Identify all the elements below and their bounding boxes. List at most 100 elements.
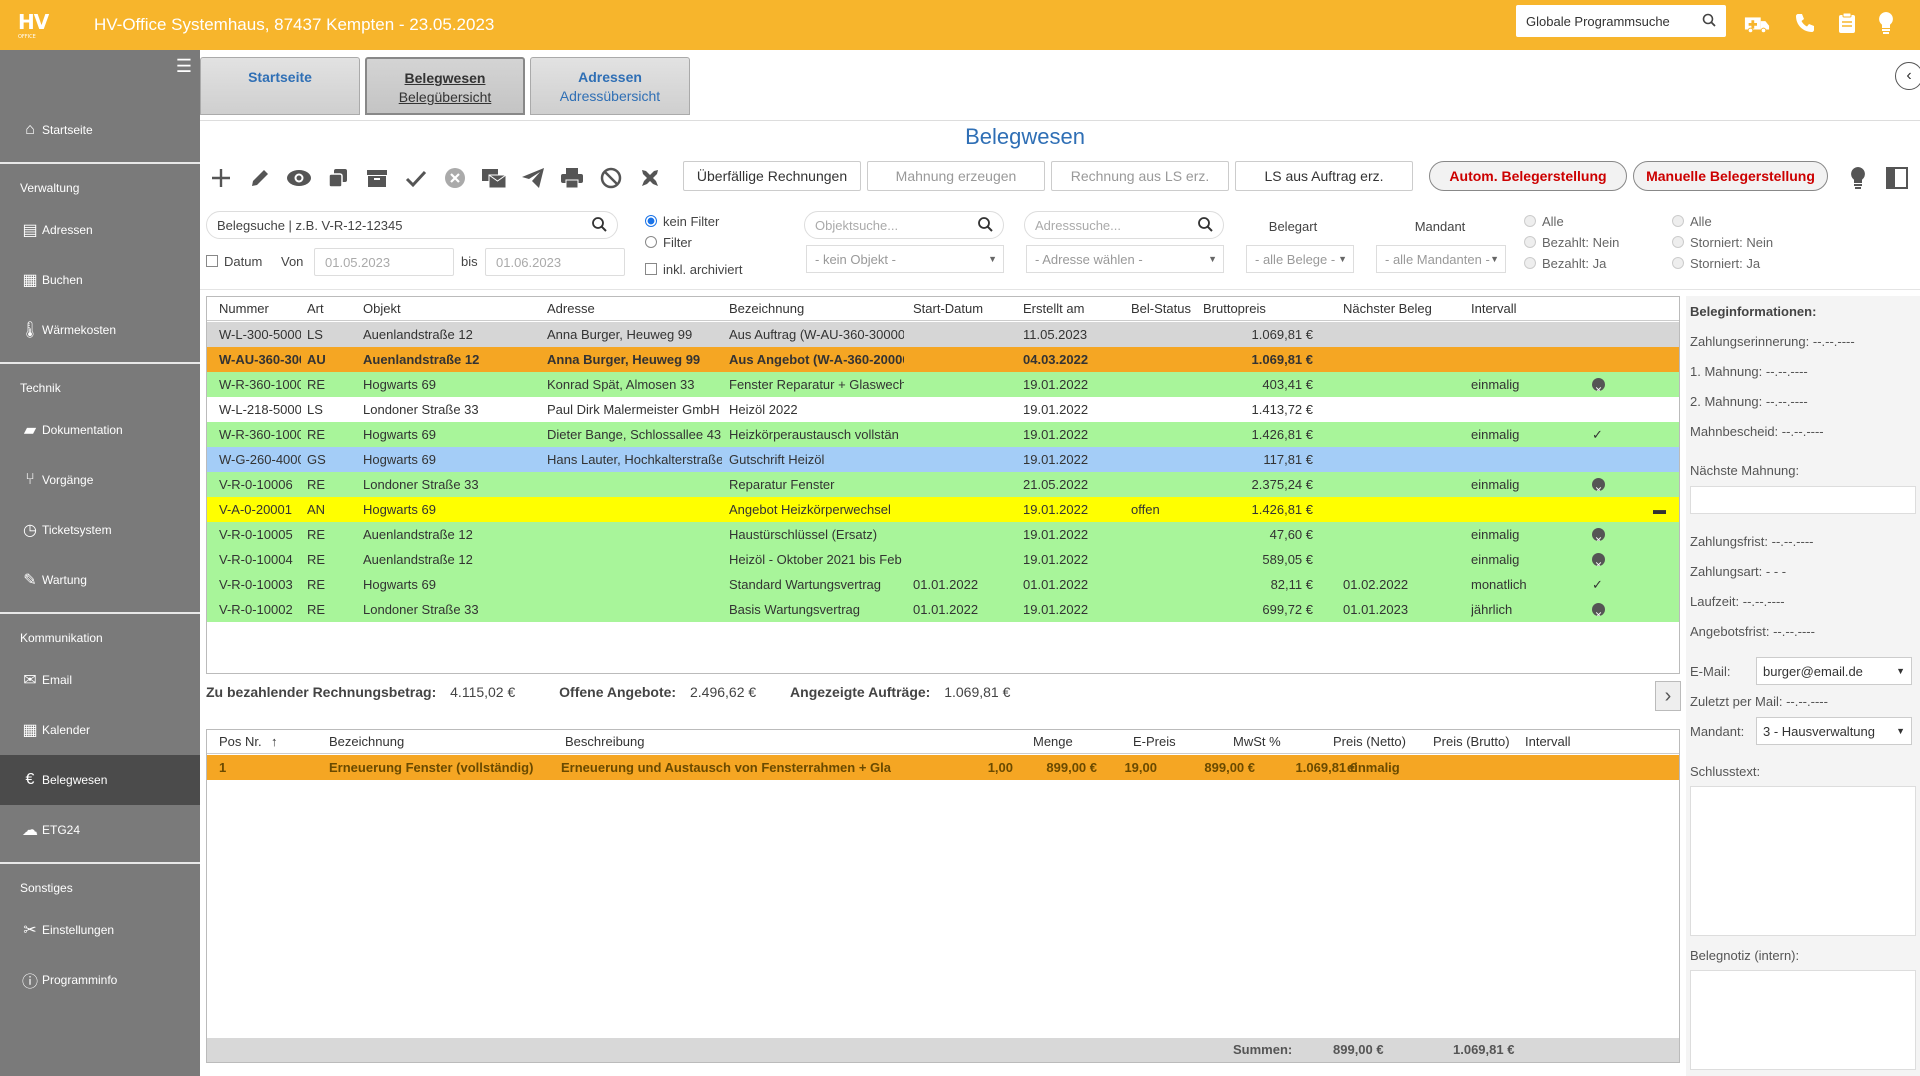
- column-header[interactable]: Preis (Netto): [1333, 730, 1419, 754]
- column-header[interactable]: Pos Nr.: [219, 730, 299, 754]
- column-header[interactable]: Bel-Status: [1131, 297, 1191, 321]
- internal-note-area[interactable]: [1690, 970, 1916, 1070]
- column-header[interactable]: Erstellt am: [1023, 297, 1113, 321]
- checkmark-icon[interactable]: [402, 164, 430, 192]
- column-header[interactable]: Art: [307, 297, 347, 321]
- storno-no-radio[interactable]: Storniert: Nein: [1672, 235, 1773, 250]
- edit-pencil-icon[interactable]: [246, 164, 274, 192]
- von-date-input[interactable]: 01.05.2023: [314, 248, 454, 276]
- column-header[interactable]: Start-Datum: [913, 297, 1013, 321]
- include-archived-checkbox[interactable]: inkl. archiviert: [645, 262, 742, 277]
- cancelled-icon[interactable]: ✕: [1592, 603, 1605, 616]
- check-icon[interactable]: ✓: [1592, 422, 1603, 447]
- chevron-right-icon[interactable]: ›: [1655, 681, 1681, 711]
- add-icon[interactable]: [207, 164, 235, 192]
- table-row[interactable]: V-R-0-10003 RE Hogwarts 69 Standard Wartung…: [207, 572, 1679, 597]
- table-row[interactable]: V-A-0-20001 AN Hogwarts 69 Angebot Heizkörp…: [207, 497, 1679, 522]
- search-icon[interactable]: [591, 216, 607, 235]
- email-select[interactable]: burger@email.de ▼: [1756, 657, 1912, 685]
- create-reminder-button[interactable]: Mahnung erzeugen: [867, 161, 1045, 191]
- sidebar-item-adressen[interactable]: ▤ Adressen: [0, 205, 200, 255]
- copy-icon[interactable]: [324, 164, 352, 192]
- phone-icon[interactable]: [1792, 10, 1818, 36]
- column-header[interactable]: Intervall: [1471, 297, 1571, 321]
- sidebar-item-email[interactable]: ✉ Email: [0, 655, 200, 705]
- view-eye-icon[interactable]: [285, 164, 313, 192]
- sidebar-item-wärmekosten[interactable]: 🌡 Wärmekosten: [0, 305, 200, 355]
- column-header[interactable]: Adresse: [547, 297, 722, 321]
- paid-no-radio[interactable]: Bezahlt: Nein: [1524, 235, 1619, 250]
- tab-startseite[interactable]: Startseite: [200, 57, 360, 115]
- cancelled-icon[interactable]: ✕: [1592, 378, 1605, 391]
- tab-belegwesen[interactable]: Belegwesen Belegübersicht: [365, 57, 525, 115]
- paid-all-radio[interactable]: Alle: [1524, 214, 1564, 229]
- storno-yes-radio[interactable]: Storniert: Ja: [1672, 256, 1760, 271]
- mandant-select[interactable]: - alle Mandanten - ▼: [1376, 245, 1506, 273]
- archive-icon[interactable]: ▬: [1653, 497, 1666, 522]
- sidebar-item-einstellungen[interactable]: ✂ Einstellungen: [0, 905, 200, 955]
- delivery-from-order-button[interactable]: LS aus Auftrag erz.: [1235, 161, 1413, 191]
- belegsuche-input[interactable]: Belegsuche | z.B. V-R-12-12345: [206, 211, 618, 239]
- no-filter-radio[interactable]: kein Filter: [645, 214, 719, 229]
- clipboard-icon[interactable]: [1834, 10, 1860, 36]
- table-row[interactable]: W-L-300-5000 LS Auenlandstraße 12 Anna Burg…: [207, 322, 1679, 347]
- search-icon[interactable]: [1197, 216, 1213, 235]
- column-header[interactable]: Beschreibung: [565, 730, 955, 754]
- tools-icon[interactable]: [636, 164, 664, 192]
- tab-adressen[interactable]: Adressen Adressübersicht: [530, 57, 690, 115]
- table-row[interactable]: V-R-0-10005 RE Auenlandstraße 12 Haustürsch…: [207, 522, 1679, 547]
- cancel-circle-icon[interactable]: [441, 164, 469, 192]
- lightbulb-icon[interactable]: [1844, 164, 1872, 192]
- archive-icon[interactable]: [363, 164, 391, 192]
- search-icon[interactable]: [977, 216, 993, 235]
- sidebar-item-startseite[interactable]: ⌂ Startseite: [0, 105, 200, 155]
- filter-radio[interactable]: Filter: [645, 235, 692, 250]
- table-row[interactable]: V-R-0-10002 RE Londoner Straße 33 Basis War…: [207, 597, 1679, 622]
- check-icon[interactable]: ✓: [1592, 572, 1603, 597]
- adresse-search-input[interactable]: Adresssuche...: [1024, 211, 1224, 239]
- invoice-from-delivery-button[interactable]: Rechnung aus LS erz.: [1051, 161, 1229, 191]
- sort-ascending-icon[interactable]: ↑: [271, 730, 278, 754]
- sidebar-item-belegwesen[interactable]: € Belegwesen: [0, 755, 200, 805]
- mandant-select[interactable]: 3 - Hausverwaltung ▼: [1756, 717, 1912, 745]
- app-logo[interactable]: HV OFFICE: [18, 10, 78, 40]
- column-header[interactable]: E-Preis: [1133, 730, 1203, 754]
- bis-date-input[interactable]: 01.06.2023: [485, 248, 625, 276]
- storno-all-radio[interactable]: Alle: [1672, 214, 1712, 229]
- column-header[interactable]: Bruttopreis: [1203, 297, 1313, 321]
- cancelled-icon[interactable]: ✕: [1592, 478, 1605, 491]
- table-row[interactable]: W-AU-360-3000 AU Auenlandstraße 12 Anna Bur…: [207, 347, 1679, 372]
- table-row[interactable]: W-L-218-5000 LS Londoner Straße 33 Paul Dir…: [207, 397, 1679, 422]
- column-header[interactable]: Nummer: [219, 297, 301, 321]
- sidebar-item-vorgänge[interactable]: ⑂ Vorgänge: [0, 455, 200, 505]
- belegart-select[interactable]: - alle Belege - ▼: [1246, 245, 1354, 273]
- column-header[interactable]: Intervall: [1525, 730, 1625, 754]
- sidebar-item-kalender[interactable]: ▦ Kalender: [0, 705, 200, 755]
- lightbulb-icon[interactable]: [1873, 10, 1899, 36]
- manual-document-creation-button[interactable]: Manuelle Belegerstellung: [1633, 161, 1828, 191]
- table-row[interactable]: 1 Erneuerung Fenster (vollständig) Erneuer…: [207, 755, 1679, 780]
- closing-text-area[interactable]: [1690, 786, 1916, 936]
- cancelled-icon[interactable]: ✕: [1592, 553, 1605, 566]
- next-dunning-field[interactable]: [1690, 486, 1916, 514]
- sidebar-item-etg24[interactable]: ☁ ETG24: [0, 805, 200, 855]
- datum-checkbox[interactable]: Datum: [206, 254, 262, 269]
- column-header[interactable]: Objekt: [363, 297, 543, 321]
- cancelled-icon[interactable]: ✕: [1592, 528, 1605, 541]
- print-icon[interactable]: [558, 164, 586, 192]
- sidebar-item-programminfo[interactable]: ⓘ Programminfo: [0, 955, 200, 1005]
- column-header[interactable]: Preis (Brutto): [1433, 730, 1523, 754]
- hamburger-menu-icon[interactable]: ☰: [176, 56, 192, 77]
- sidebar-item-buchen[interactable]: ▦ Buchen: [0, 255, 200, 305]
- collapse-panel-button[interactable]: ‹: [1895, 62, 1920, 90]
- table-row[interactable]: V-R-0-10006 RE Londoner Straße 33 Reparatur…: [207, 472, 1679, 497]
- sidebar-item-dokumentation[interactable]: ▰ Dokumentation: [0, 405, 200, 455]
- column-header[interactable]: MwSt %: [1233, 730, 1293, 754]
- send-paper-plane-icon[interactable]: [519, 164, 547, 192]
- column-header[interactable]: Bezeichnung: [729, 297, 904, 321]
- search-icon[interactable]: [1702, 13, 1716, 30]
- column-header[interactable]: Menge: [1033, 730, 1123, 754]
- ambulance-icon[interactable]: [1744, 10, 1770, 36]
- table-row[interactable]: W-R-360-1000 RE Hogwarts 69 Dieter Bange, S…: [207, 422, 1679, 447]
- global-search-input[interactable]: Globale Programmsuche: [1516, 5, 1726, 37]
